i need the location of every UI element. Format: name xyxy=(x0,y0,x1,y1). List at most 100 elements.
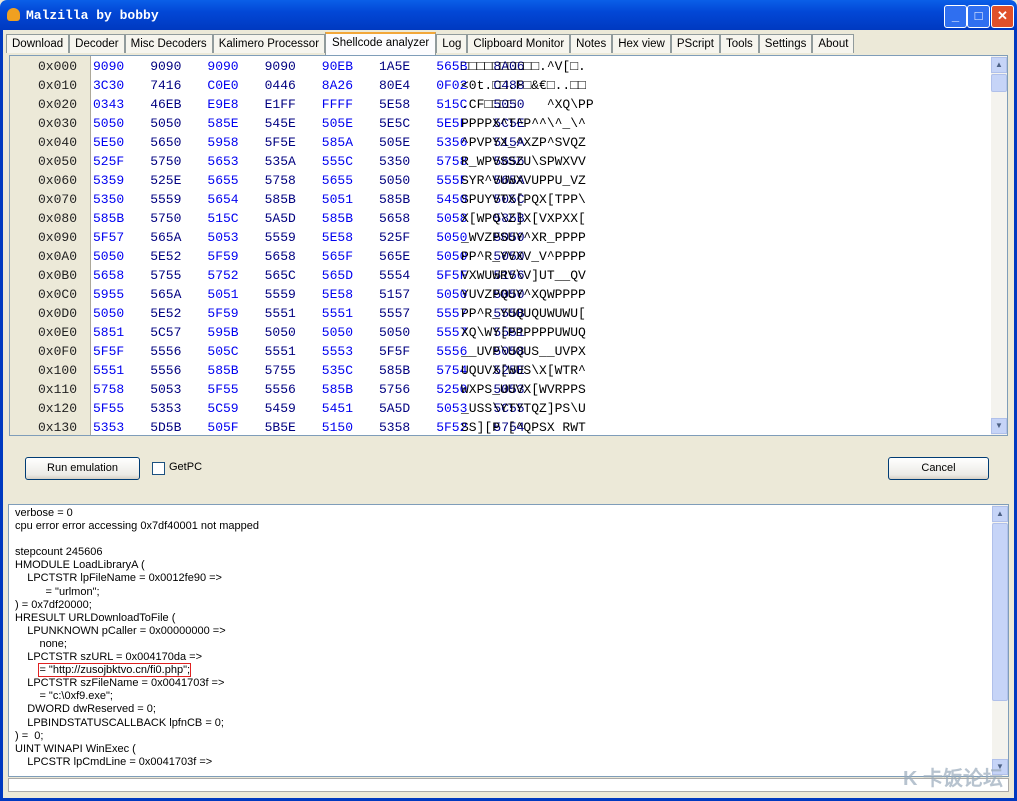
ascii-text: R_WPVSSZU\SPWXVV xyxy=(461,154,586,169)
ascii-text: __UVP\UQUS__UVPX xyxy=(461,344,586,359)
hex-word: 5551 xyxy=(93,363,125,378)
hex-word: 505F xyxy=(207,420,239,435)
hex-word: 90EB xyxy=(321,59,354,74)
offset: 0x010 xyxy=(38,78,78,93)
getpc-label: GetPC xyxy=(169,461,203,473)
hex-word: 5F59 xyxy=(207,306,239,321)
tab-settings[interactable]: Settings xyxy=(758,34,813,53)
scroll-thumb[interactable] xyxy=(992,523,1008,701)
hex-word: 5557 xyxy=(379,306,411,321)
ascii-text: PP^R_YVXV_V^PPPP xyxy=(461,249,586,264)
hex-word: 5C57 xyxy=(150,325,182,340)
tab-pscript[interactable]: PScript xyxy=(670,34,720,53)
offset: 0x0C0 xyxy=(38,287,78,302)
tab-download[interactable]: Download xyxy=(6,34,70,53)
tab-notes[interactable]: Notes xyxy=(570,34,613,53)
tab-log[interactable]: Log xyxy=(436,34,468,53)
hex-word: 585B xyxy=(379,192,411,207)
hex-word: 5752 xyxy=(207,268,239,283)
offset: 0x130 xyxy=(38,420,78,435)
hex-word: 5C59 xyxy=(207,401,239,416)
getpc-checkbox[interactable] xyxy=(152,462,165,475)
tab-misc-decoders[interactable]: Misc Decoders xyxy=(124,34,213,53)
offset: 0x0A0 xyxy=(38,249,78,264)
scroll-thumb[interactable] xyxy=(991,74,1007,92)
hex-word: 585B xyxy=(321,211,354,226)
tab-about[interactable]: About xyxy=(812,34,855,53)
tab-shellcode-analyzer[interactable]: Shellcode analyzer xyxy=(325,32,437,55)
hex-word: 3C30 xyxy=(93,78,125,93)
hex-word: 5050 xyxy=(264,325,296,340)
hex-word: 5650 xyxy=(150,135,182,150)
emulation-log[interactable]: verbose = 0 cpu error error accessing 0x… xyxy=(8,504,1009,777)
hex-word: 5050 xyxy=(150,116,182,131)
cancel-button[interactable]: Cancel xyxy=(888,457,989,480)
hex-word: 535A xyxy=(264,154,296,169)
ascii-text: .CF□□□□ ^XQ\PP xyxy=(461,97,594,112)
offset: 0x080 xyxy=(38,211,78,226)
offset: 0x0D0 xyxy=(38,306,78,321)
maximize-button[interactable]: □ xyxy=(967,5,990,28)
status-bar xyxy=(8,778,1009,792)
hex-dump-panel: 0x000 9090 9090 9090 9090 90EB 1A5E 565B 8A06 □□□… xyxy=(9,55,1008,436)
hex-word: 5157 xyxy=(379,287,411,302)
offset: 0x100 xyxy=(38,363,78,378)
ascii-text: _WVZPSUY^XR_PPPP xyxy=(461,230,586,245)
minimize-button[interactable]: _ xyxy=(944,5,967,28)
hex-word: 5758 xyxy=(264,173,296,188)
hex-word: 5554 xyxy=(379,268,411,283)
hex-word: 5050 xyxy=(321,325,354,340)
hex-word: 5750 xyxy=(150,154,182,169)
tab-hex-view[interactable]: Hex view xyxy=(612,34,671,53)
hex-word: 525F xyxy=(93,154,125,169)
hex-word: C0E0 xyxy=(207,78,239,93)
hex-word: 5755 xyxy=(150,268,182,283)
hex-word: 5053 xyxy=(150,382,182,397)
hex-word: 5D5B xyxy=(150,420,182,435)
hex-word: 5350 xyxy=(379,154,411,169)
close-button[interactable]: ✕ xyxy=(991,5,1014,28)
log-text-continued: LPCTSTR szFileName = 0x0041703f => = "c:… xyxy=(15,677,225,768)
hex-word: 565E xyxy=(379,249,411,264)
hex-word: 0446 xyxy=(264,78,296,93)
hex-word: 5F55 xyxy=(93,401,125,416)
tab-tools[interactable]: Tools xyxy=(719,34,759,53)
scroll-up-icon[interactable]: ▲ xyxy=(992,506,1008,522)
window-title: Malzilla by bobby xyxy=(26,8,159,23)
hex-word: 5F59 xyxy=(207,249,239,264)
title-bar: Malzilla by bobby _ □ ✕ xyxy=(0,0,1017,30)
hex-word: 9090 xyxy=(93,59,125,74)
hex-word: 5958 xyxy=(207,135,239,150)
tab-kalimero-processor[interactable]: Kalimero Processor xyxy=(212,34,326,53)
hex-scrollbar[interactable]: ▲ ▼ xyxy=(991,56,1007,435)
hex-word: 5350 xyxy=(93,192,125,207)
hex-word: 5551 xyxy=(264,306,296,321)
hex-word: 5556 xyxy=(150,344,182,359)
hex-word: 545E xyxy=(264,116,296,131)
hex-word: 5658 xyxy=(264,249,296,264)
ascii-text: UQUVX[WUS\X[WTR^ xyxy=(461,363,586,378)
hex-word: 5654 xyxy=(207,192,239,207)
hex-word: 5658 xyxy=(93,268,125,283)
log-scrollbar[interactable]: ▲ ▼ xyxy=(992,505,1008,776)
run-emulation-button[interactable]: Run emulation xyxy=(25,457,140,480)
ascii-text: SYR^VUWXVUPPU_VZ xyxy=(461,173,586,188)
hex-word: 5451 xyxy=(321,401,354,416)
hex-word: 505E xyxy=(379,135,411,150)
tab-clipboard-monitor[interactable]: Clipboard Monitor xyxy=(467,34,571,53)
hex-word: E9E8 xyxy=(207,97,239,112)
scroll-up-icon[interactable]: ▲ xyxy=(991,57,1007,73)
hex-word: 5050 xyxy=(379,173,411,188)
hex-word: 0343 xyxy=(93,97,125,112)
hex-word: 5559 xyxy=(150,192,182,207)
hex-word: 595B xyxy=(207,325,239,340)
hex-word: 46EB xyxy=(150,97,182,112)
hex-word: 5658 xyxy=(379,211,411,226)
ascii-text: XQ\WY[PPPPPPUWUQ xyxy=(461,325,586,340)
hex-word: 1A5E xyxy=(379,59,411,74)
tab-decoder[interactable]: Decoder xyxy=(69,34,125,53)
offset: 0x110 xyxy=(38,382,78,397)
ascii-text: SPUYVTX[PQX[TPP\ xyxy=(461,192,586,207)
hex-word: 5851 xyxy=(93,325,125,340)
scroll-down-icon[interactable]: ▼ xyxy=(991,418,1007,434)
